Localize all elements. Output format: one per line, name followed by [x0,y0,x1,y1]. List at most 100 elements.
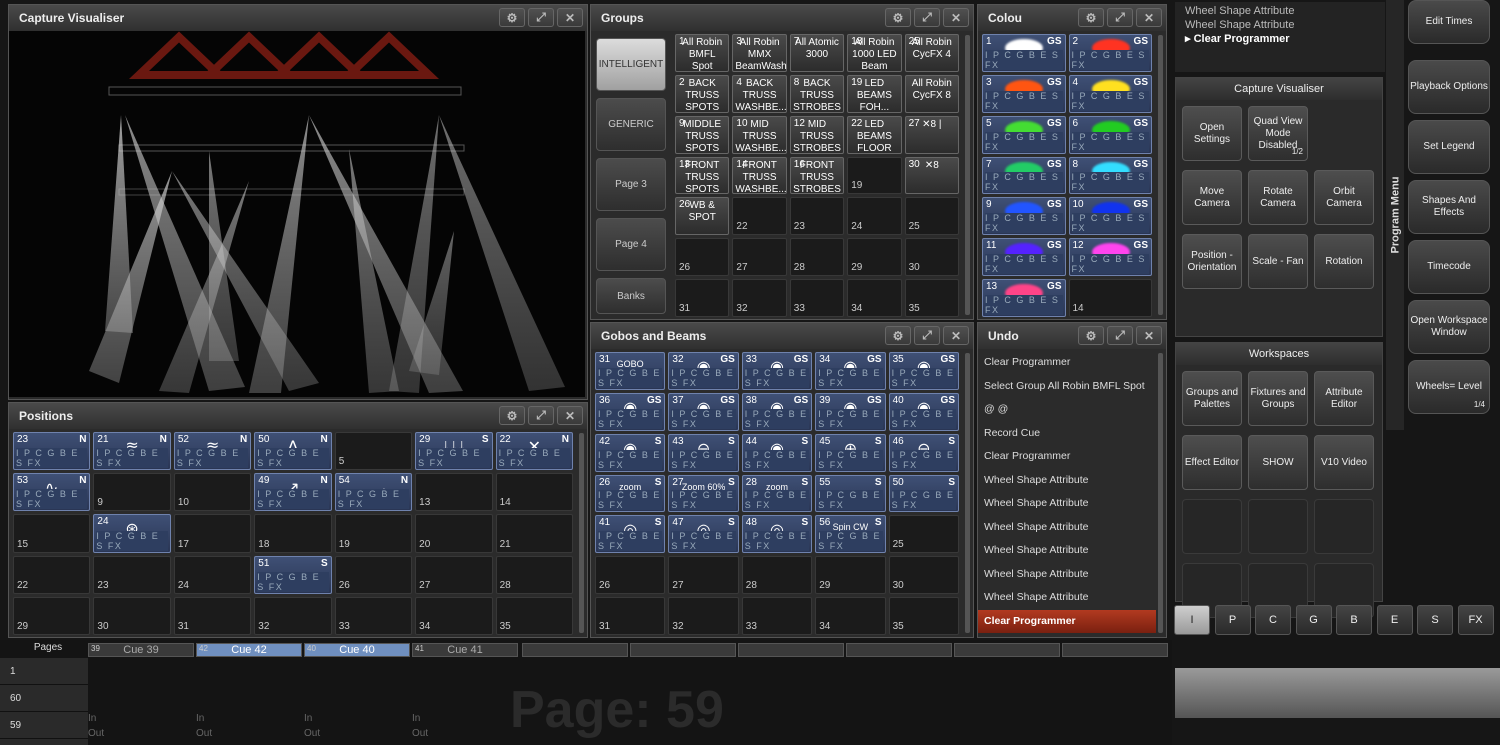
gobo-cell[interactable]: 30 [888,556,959,595]
gobo-cell[interactable]: 32GS◉I P C G B E S FX [668,352,739,390]
gobo-cell[interactable]: 31 [595,597,666,635]
undo-item[interactable]: Wheel Shape Attribute [978,586,1156,610]
position-cell[interactable]: 53N∿I P C G B E S FX [13,473,91,512]
capture-move-camerabutton[interactable]: Move Camera [1182,170,1242,225]
gobo-cell[interactable]: 50SGobo 2I P C G B E S FX [888,474,959,513]
workspace-empty-slot[interactable] [1182,499,1242,554]
expand-icon[interactable]: ⤢ [528,406,554,425]
groups-scrollbar[interactable] [965,35,970,315]
colour-cell[interactable]: 7 GS I P C G B E S FX [982,156,1066,195]
group-cell[interactable]: 30 ✕8 [904,156,959,195]
group-cell[interactable]: 3 All Robin MMX BeamWash [732,34,787,72]
position-cell[interactable]: 50N⋀I P C G B E S FX [254,432,332,471]
cue-tab-empty[interactable] [630,643,736,657]
attribute-tab-s[interactable]: S [1417,605,1453,635]
attribute-tab-p[interactable]: P [1214,605,1251,635]
group-cell[interactable]: 22 [732,197,787,236]
group-cell[interactable]: 14 FRONT TRUSS WASHBE... [732,156,787,195]
position-cell[interactable]: 9 [93,473,171,512]
undo-item[interactable]: Wheel Shape Attribute [978,539,1156,563]
position-cell[interactable]: 23NALL UPI P C G B E S FX [13,432,91,471]
group-cell[interactable]: 1 All Robin BMFL Spot [675,34,730,72]
cue-tab[interactable]: 41 Cue 41 [412,643,518,657]
group-cell[interactable]: 7 All Atomic 3000 [789,34,845,72]
position-cell[interactable]: 5 [334,432,413,471]
position-cell[interactable]: 29 [13,596,91,635]
position-cell[interactable]: 21N≋I P C G B E S FX [93,432,171,471]
attribute-tab-g[interactable]: G [1295,605,1332,635]
cue-tab-empty[interactable] [738,643,844,657]
colour-cell[interactable]: 11 GS I P C G B E S FX [982,238,1066,277]
group-cell[interactable]: 27 [732,238,787,277]
gobo-cell[interactable]: 26 Szoom I P C G B E S FX [595,474,666,513]
gobo-cell[interactable]: 26 [595,556,666,595]
position-cell[interactable]: 22N✕I P C G B E S FX [495,432,573,471]
undo-item[interactable]: Clear Programmer [978,609,1156,633]
gobo-cell[interactable]: 33GS◉I P C G B E S FX [741,352,813,390]
colour-cell[interactable]: 9 GS I P C G B E S FX [982,197,1066,236]
gobo-cell[interactable]: 29 [815,556,886,595]
group-bank-intelligent[interactable]: INTELLIGENT [596,38,666,91]
close-icon[interactable]: ✕ [557,406,583,425]
position-cell[interactable]: 20 [415,514,493,553]
group-cell[interactable]: 33 [789,279,845,317]
group-bank-page-3[interactable]: Page 3 [596,158,666,211]
menu-playback-optionsbutton[interactable]: Playback Options [1408,60,1490,114]
position-cell[interactable]: 31 [173,596,252,635]
gobo-cell[interactable]: 27 S Zoom 60% I P C G B E S FX [668,474,739,513]
menu-timecodebutton[interactable]: Timecode [1408,240,1490,294]
position-cell[interactable]: 24⊛I P C G B E S FX [93,514,171,553]
gobo-cell[interactable]: 38GS◉I P C G B E S FX [741,392,813,431]
capture-position-orientationbutton[interactable]: Position - Orientation [1182,234,1242,289]
position-cell[interactable]: 54NBandI P C G B E S FX [334,473,413,512]
position-cell[interactable]: 15 [13,514,91,553]
workspace-attribute-editorbutton[interactable]: Attribute Editor [1314,371,1374,426]
colour-cell[interactable]: 13 GS I P C G B E S FX [982,279,1066,317]
settings-gear-icon[interactable]: ⚙ [885,8,911,27]
group-cell[interactable]: 13 FRONT TRUSS SPOTS [675,156,730,195]
workspace-effect-editorbutton[interactable]: Effect Editor [1182,435,1242,490]
group-cell[interactable]: 23 [789,197,845,236]
undo-item[interactable]: Wheel Shape Attribute [978,469,1156,493]
position-cell[interactable]: 33 [334,596,413,635]
gobo-cell[interactable]: 35GS◉I P C G B E S FX [888,352,959,390]
menu-wheels-levelbutton[interactable]: Wheels= Level 1/4 [1408,360,1490,414]
group-bank-page-4[interactable]: Page 4 [596,218,666,271]
gobo-cell[interactable]: 34 [815,597,886,635]
position-cell[interactable]: 52N≋I P C G B E S FX [173,432,252,471]
undo-scrollbar[interactable] [1158,353,1163,633]
group-bank-generic[interactable]: GENERIC [596,98,666,151]
undo-item[interactable]: @ @ [978,398,1156,422]
capture-orbit-camerabutton[interactable]: Orbit Camera [1314,170,1374,225]
attribute-tab-c[interactable]: C [1255,605,1291,635]
cue-tab-empty[interactable] [522,643,628,657]
close-icon[interactable]: ✕ [943,326,969,345]
gobo-cell[interactable]: 46S⊖I P C G B E S FX [888,433,959,472]
cue-tab-empty[interactable] [954,643,1060,657]
gobo-cell[interactable]: 48S◎I P C G B E S FX [741,515,813,554]
settings-gear-icon[interactable]: ⚙ [885,326,911,345]
undo-item[interactable]: Select Group All Robin BMFL Spot [978,375,1156,399]
positions-scrollbar[interactable] [579,433,584,633]
undo-item[interactable]: Wheel Shape Attribute [978,492,1156,516]
colour-cell[interactable]: 1 GS I P C G B E S FX [982,34,1066,72]
position-cell[interactable]: 18 [254,514,332,553]
position-cell[interactable]: 17 [173,514,252,553]
menu-shapes-and-effectsbutton[interactable]: Shapes And Effects [1408,180,1490,234]
settings-gear-icon[interactable]: ⚙ [499,8,525,27]
position-cell[interactable]: 51SCYC OFFI P C G B E S FX [254,555,332,594]
gobo-cell[interactable]: 28 Szoom I P C G B E S FX [741,474,813,513]
position-cell[interactable]: 35 [495,596,573,635]
gobo-cell[interactable]: 31 GOBO I P C G B E S FX [595,352,666,390]
colour-cell[interactable]: 8 GS I P C G B E S FX [1068,156,1152,195]
workspace-fixtures-and-groupsbutton[interactable]: Fixtures and Groups [1248,371,1308,426]
group-cell[interactable]: 10 MID TRUSS WASHBE... [732,115,787,154]
group-cell[interactable]: 35 [904,279,959,317]
menu-edit-timesbutton[interactable]: Edit Times [1408,0,1490,44]
gobos-scrollbar[interactable] [965,353,970,633]
colour-cell[interactable]: 3 GS I P C G B E S FX [982,74,1066,113]
gobo-cell[interactable]: 32 [668,597,739,635]
close-icon[interactable]: ✕ [1136,326,1162,345]
page-row[interactable]: 1 [0,658,88,685]
attribute-tab-fx[interactable]: FX [1457,605,1494,635]
